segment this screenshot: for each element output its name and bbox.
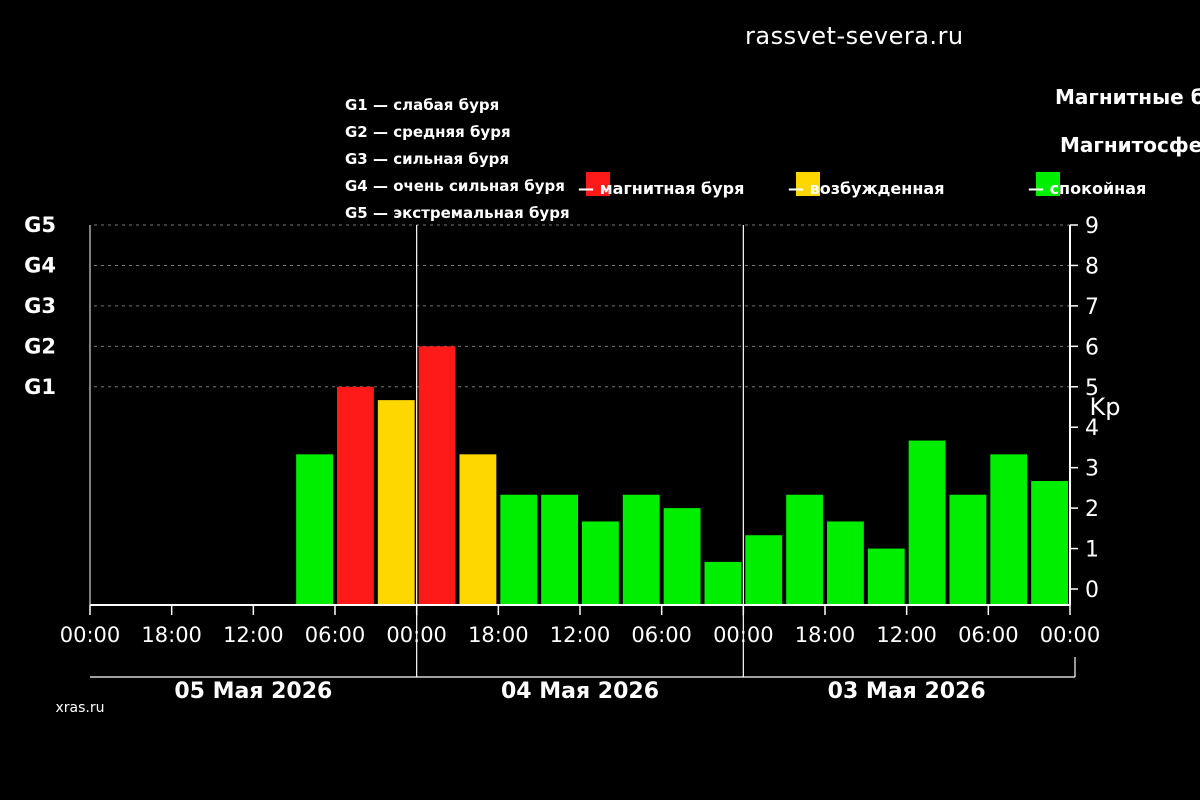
source-label: xras.ru: [56, 700, 105, 716]
g-level-label: G3: [24, 294, 56, 318]
day-label: 05 Мая 2026: [174, 679, 332, 704]
y-tick-label: 2: [1085, 497, 1099, 522]
g-legend-item: G2 — средняя буря: [345, 123, 511, 141]
bar-12: [582, 521, 619, 605]
x-tick-label: 12:00: [223, 623, 284, 647]
x-tick-label: 00:00: [60, 623, 121, 647]
g-legend-item: G3 — сильная буря: [345, 150, 509, 168]
bar-15: [459, 454, 497, 605]
g-level-label: G2: [24, 334, 56, 358]
x-tick-label: 18:00: [468, 623, 529, 647]
bar-6: [827, 521, 864, 605]
y-tick-label: 3: [1085, 457, 1099, 482]
bars-layer: [296, 346, 1068, 605]
x-tick-label: 00:00: [386, 623, 447, 647]
g-level-label: G4: [24, 253, 56, 277]
g-legend-item: G1 — слабая буря: [345, 96, 499, 114]
bar-3: [949, 494, 987, 605]
bar-5: [867, 548, 905, 605]
x-tick-label: 00:00: [713, 623, 774, 647]
x-tick-label: 06:00: [305, 623, 366, 647]
bar-19: [296, 454, 333, 605]
g-level-label: G5: [24, 213, 56, 237]
chart-title: Магнитные бури, Москва (UTC+03): [1055, 85, 1200, 109]
day-label: 04 Мая 2026: [501, 679, 659, 704]
y-tick-label: 9: [1085, 214, 1099, 239]
y-axis-label: Kp: [1090, 393, 1121, 421]
bar-7: [786, 494, 823, 605]
bar-1: [1031, 481, 1068, 605]
y-tick-label: 6: [1085, 335, 1099, 360]
bar-13: [541, 494, 578, 605]
bar-11: [622, 494, 660, 605]
legend-label-excited: — возбужденная: [788, 179, 944, 198]
y-tick-label: 8: [1085, 254, 1099, 279]
x-tick-label: 00:00: [1040, 623, 1101, 647]
bar-17: [377, 400, 415, 605]
g-level-label: G1: [24, 375, 56, 399]
x-tick-label: 12:00: [876, 623, 937, 647]
y-tick-label: 7: [1085, 295, 1099, 320]
y-tick-label: 1: [1085, 538, 1099, 563]
mirrored-chart-image: G1 G2 G3 G4 G5 0 1 2 3 4 5 6 7 8 9 Kp 00:00 06:00 12:00 18:…: [0, 0, 1200, 800]
bar-10: [663, 508, 701, 605]
day-label: 03 Мая 2026: [828, 679, 986, 704]
bar-18: [337, 386, 374, 605]
bar-14: [500, 494, 538, 605]
labels-layer: G1G2G3G4G50123456789Kp00:0006:0012:0018:…: [24, 85, 1200, 716]
legend-label-storm: — магнитная буря: [578, 179, 744, 198]
bar-16: [418, 346, 456, 605]
legend-title: Магнитосфера: [1060, 133, 1200, 157]
kp-chart: G1G2G3G4G50123456789Kp00:0006:0012:0018:…: [24, 85, 1200, 716]
bar-2: [990, 454, 1028, 605]
x-tick-label: 12:00: [550, 623, 611, 647]
g-legend-item: G4 — очень сильная буря: [345, 177, 565, 195]
x-tick-label: 18:00: [795, 623, 856, 647]
y-tick-label: 0: [1085, 578, 1099, 603]
x-tick-label: 18:00: [141, 623, 202, 647]
g-legend-item: G5 — экстремальная буря: [345, 204, 570, 222]
bar-8: [745, 535, 783, 605]
x-tick-label: 06:00: [958, 623, 1019, 647]
bar-4: [908, 440, 946, 605]
bar-9: [704, 561, 742, 605]
x-tick-label: 06:00: [631, 623, 692, 647]
grid-layer: [90, 224, 1070, 388]
legend-label-calm: — спокойная: [1028, 179, 1146, 198]
